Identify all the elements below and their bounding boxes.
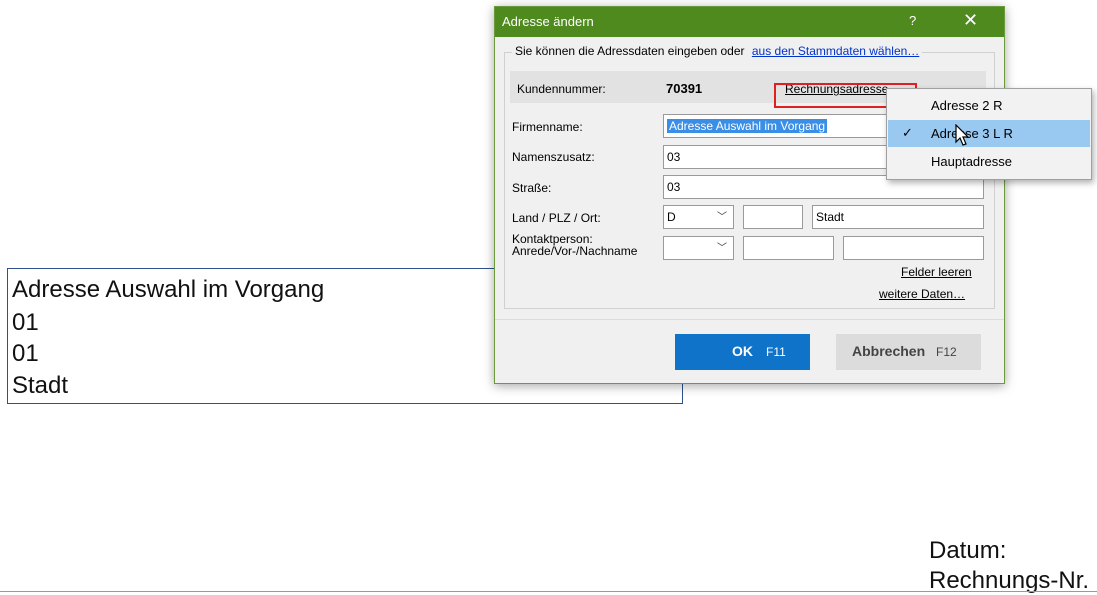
kontakt-label-line-2: Anrede/Vor-/Nachname (512, 244, 638, 258)
land-select[interactable]: D ﹀ (663, 205, 734, 229)
menu-item-label: Hauptadresse (931, 154, 1012, 169)
stammdaten-link[interactable]: aus den Stammdaten wählen… (752, 44, 919, 58)
chevron-down-icon: ﹀ (717, 243, 727, 254)
cancel-button[interactable]: Abbrechen F12 (836, 334, 981, 370)
menu-item-label: Adresse 3 L R (931, 126, 1013, 141)
ok-label: OK (732, 343, 753, 359)
doc-divider (0, 591, 1097, 592)
vorname-field[interactable] (743, 236, 834, 260)
felder-leeren-link[interactable]: Felder leeren (901, 265, 972, 279)
address-dialog: Adresse ändern ? ✕ Sie können die Adress… (494, 6, 1005, 384)
close-icon[interactable]: ✕ (963, 10, 978, 31)
cancel-shortcut: F12 (936, 345, 957, 359)
ort-field[interactable]: Stadt (812, 205, 984, 229)
menu-item-label: Adresse 2 R (931, 98, 1003, 113)
mouse-cursor-icon (955, 124, 970, 146)
help-button[interactable]: ? (909, 13, 916, 28)
ok-shortcut: F11 (766, 345, 786, 359)
anrede-select[interactable]: ﹀ (663, 236, 734, 260)
address-menu: Adresse 2 R ✓ Adresse 3 L R Hauptadresse (886, 88, 1092, 180)
intro-label: Sie können die Adressdaten eingeben oder (515, 44, 745, 58)
footer-divider (495, 319, 1004, 320)
nachname-field[interactable] (843, 236, 984, 260)
kundennummer-value: 70391 (666, 81, 703, 96)
land-plz-ort-label: Land / PLZ / Ort: (512, 211, 601, 225)
doc-datum-label: Datum: (929, 537, 1007, 564)
chevron-down-icon: ﹀ (717, 212, 727, 223)
check-icon: ✓ (902, 125, 913, 140)
namenszusatz-label: Namenszusatz: (512, 150, 595, 164)
plz-field[interactable] (743, 205, 803, 229)
kontakt-label: Kontaktperson: Anrede/Vor-/Nachname (512, 233, 637, 257)
land-value: D (667, 210, 676, 224)
doc-address-line-4: Stadt (12, 372, 69, 399)
cancel-label: Abbrechen (852, 343, 926, 359)
firmenname-label: Firmenname: (512, 120, 583, 134)
weitere-daten-link[interactable]: weitere Daten… (879, 287, 965, 301)
kundennummer-label: Kundennummer: (517, 82, 606, 96)
doc-address-line-1: Adresse Auswahl im Vorgang (12, 276, 325, 303)
menu-item-adresse-3[interactable]: ✓ Adresse 3 L R (888, 120, 1090, 147)
dialog-titlebar[interactable]: Adresse ändern ? ✕ (495, 7, 1004, 37)
ok-button[interactable]: OK F11 (675, 334, 810, 370)
doc-address-line-3: 01 (12, 340, 39, 367)
dialog-title: Adresse ändern (502, 14, 594, 29)
intro-text: Sie können die Adressdaten eingeben oder… (512, 44, 923, 58)
strasse-label: Straße: (512, 181, 552, 195)
firmenname-value: Adresse Auswahl im Vorgang (667, 119, 828, 133)
menu-item-adresse-2[interactable]: Adresse 2 R (888, 92, 1090, 119)
doc-address-line-2: 01 (12, 309, 39, 336)
menu-item-hauptadresse[interactable]: Hauptadresse (888, 148, 1090, 175)
